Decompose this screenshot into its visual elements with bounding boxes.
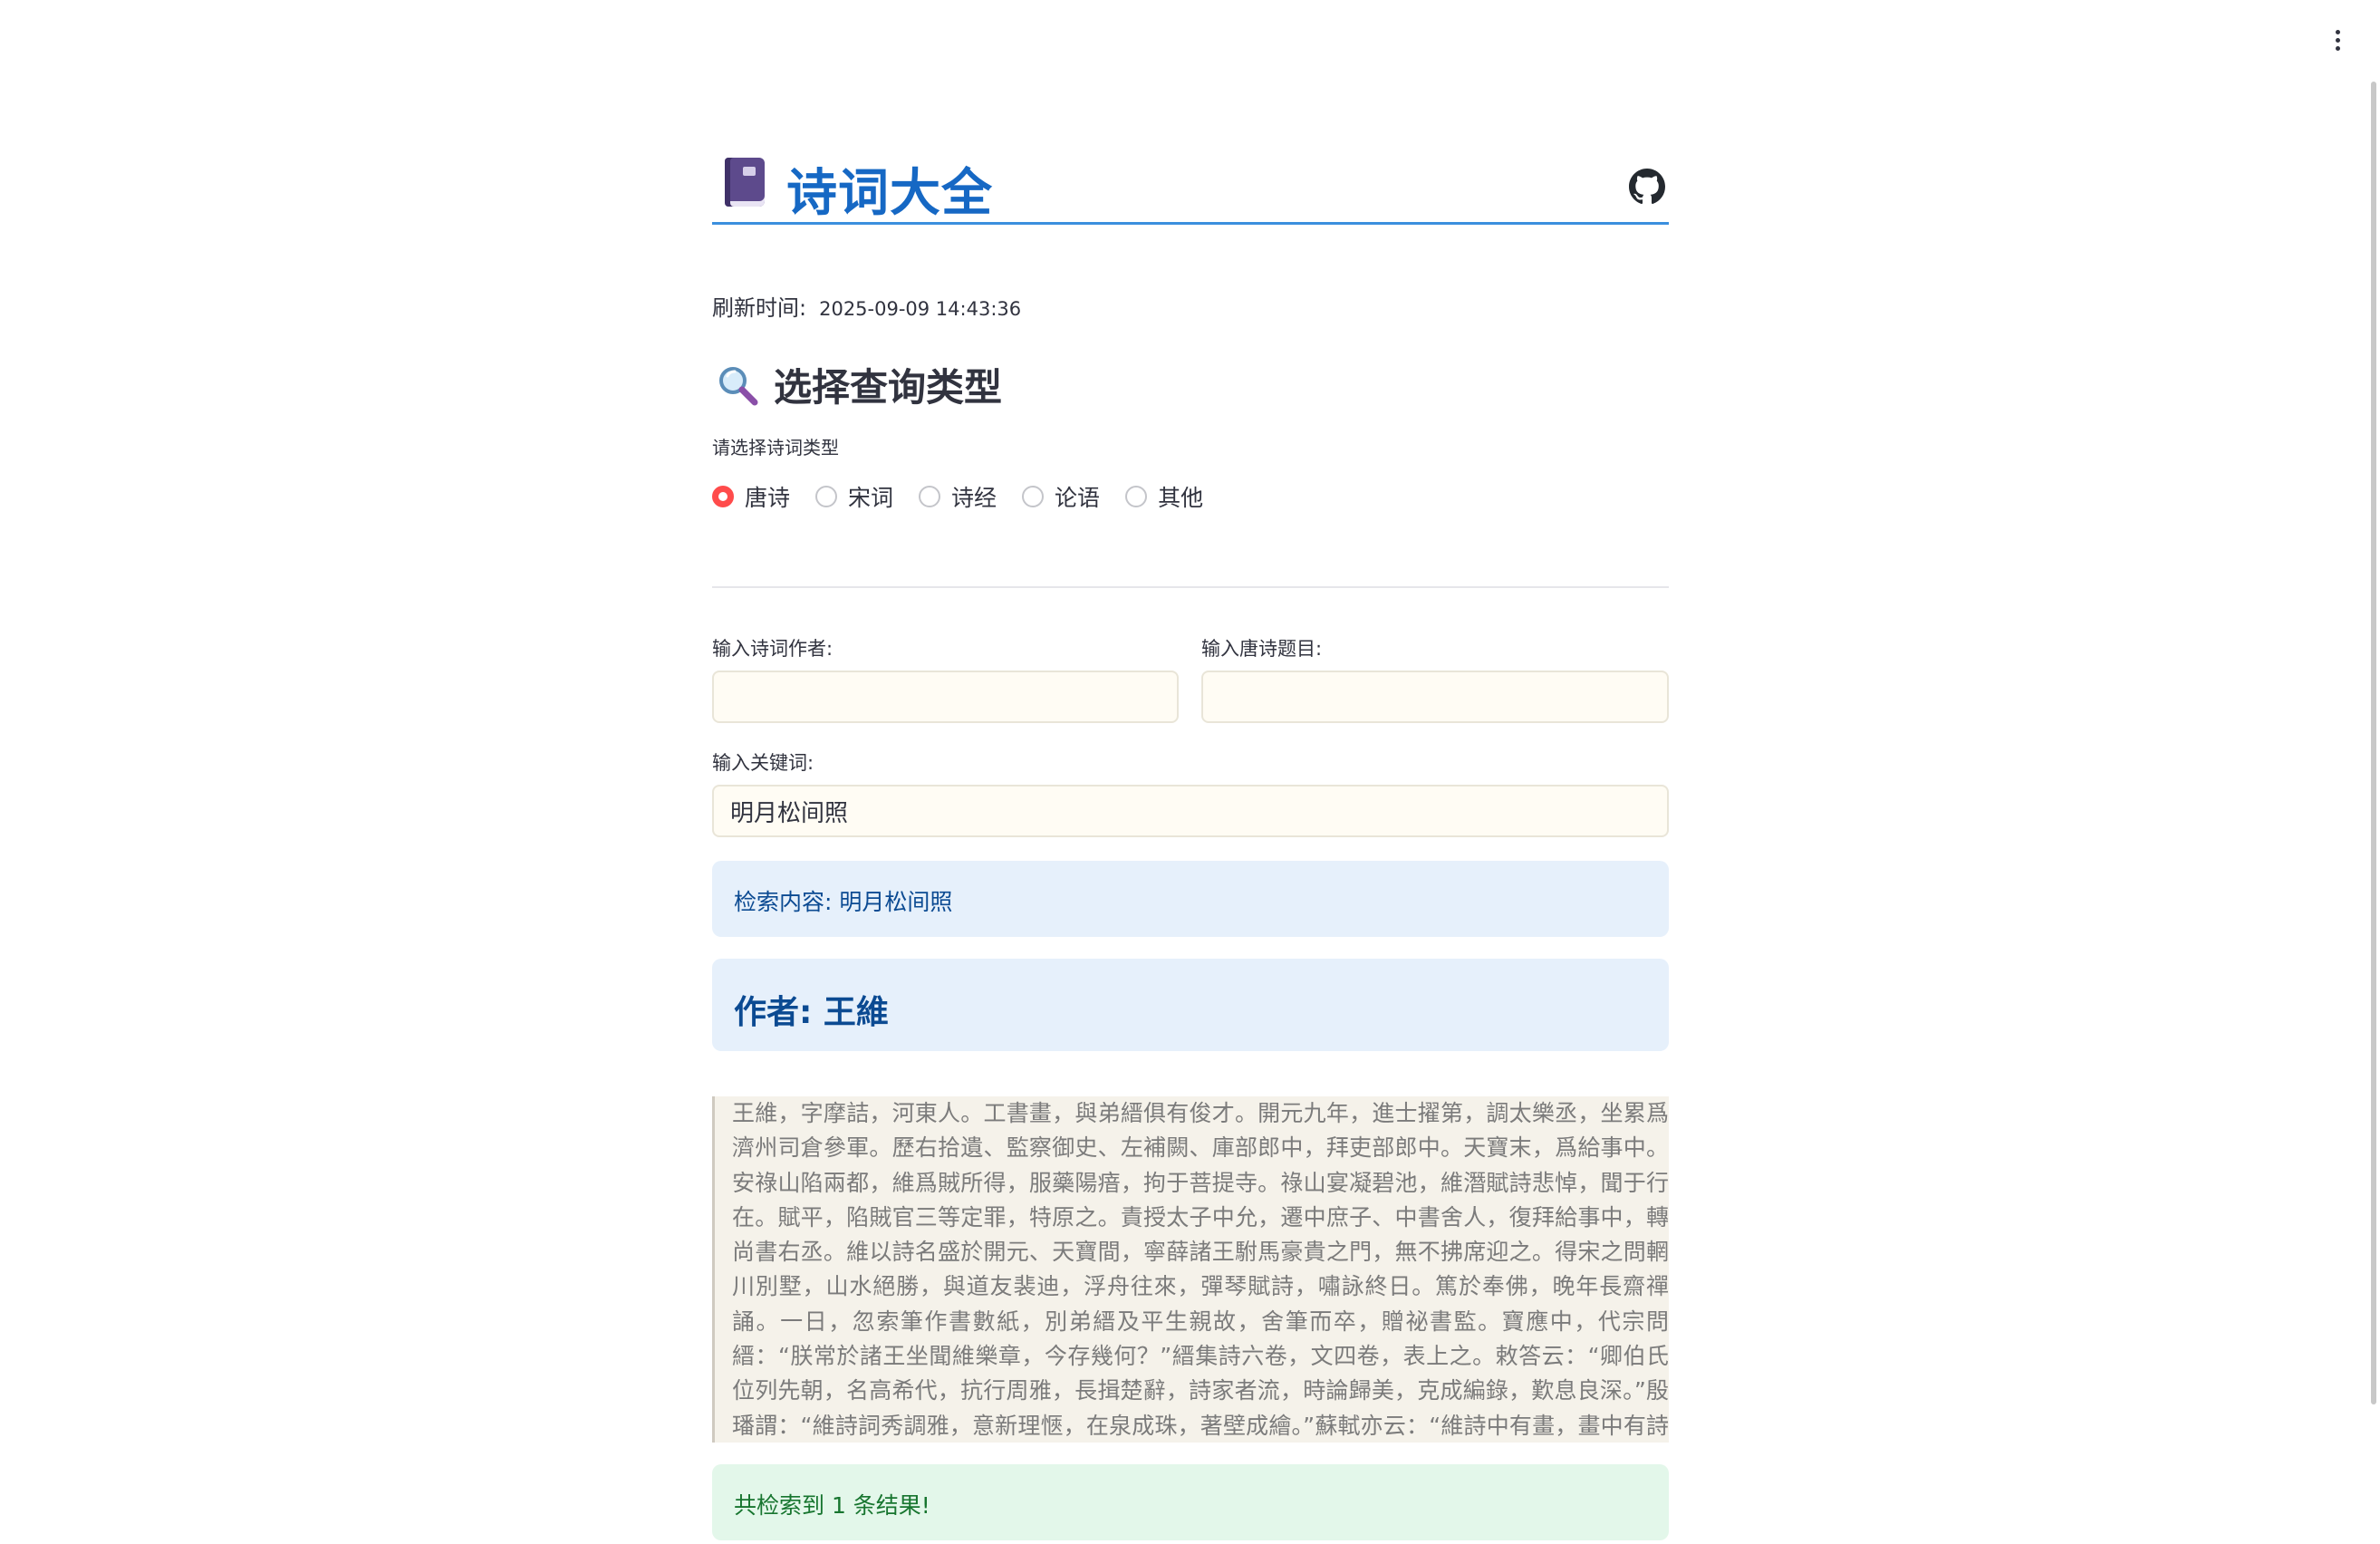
radio-option-song-ci[interactable]: 宋词 <box>815 480 893 513</box>
app-header: 诗词大全 <box>712 136 1669 225</box>
poem-type-label: 请选择诗词类型 <box>712 437 839 458</box>
section-divider <box>712 586 1669 588</box>
menu-dot <box>2335 45 2340 51</box>
github-icon[interactable] <box>1629 169 1665 205</box>
radio-option-lunyu[interactable]: 论语 <box>1022 480 1100 513</box>
author-biography: 王維，字摩詰，河東人。工書畫，與弟縉俱有俊才。開元九年，進士擢第，調太樂丞，坐累… <box>712 1096 1669 1443</box>
radio-option-shijing[interactable]: 诗经 <box>919 480 997 513</box>
radio-button[interactable] <box>919 486 941 507</box>
app-title: 诗词大全 <box>786 164 993 223</box>
refresh-value: 2025-09-09 14:43:36 <box>819 298 1022 320</box>
radio-label: 唐诗 <box>745 485 791 511</box>
menu-dot <box>2335 29 2340 34</box>
section-title: 选择查询类型 <box>774 365 1003 410</box>
radio-label: 诗经 <box>951 485 997 511</box>
menu-dot <box>2335 37 2340 43</box>
refresh-label: 刷新时间: <box>712 295 807 321</box>
keyword-field-label: 输入关键词: <box>712 752 814 774</box>
result-count-message: 共检索到 1 条结果! <box>712 1464 1669 1540</box>
refresh-time: 刷新时间: 2025-09-09 14:43:36 <box>712 290 1021 322</box>
author-input[interactable] <box>712 671 1179 723</box>
magnifying-glass-icon <box>719 366 758 405</box>
main-menu-button[interactable] <box>2319 22 2356 58</box>
poem-type-radio-group: 唐诗 宋词 诗经 论语 其他 <box>712 480 1203 513</box>
closed-book-icon <box>725 158 765 207</box>
title-field-label: 输入唐诗题目: <box>1201 638 1323 660</box>
radio-button[interactable] <box>815 486 838 507</box>
title-input[interactable] <box>1201 671 1669 723</box>
radio-option-other[interactable]: 其他 <box>1125 480 1203 513</box>
vertical-scrollbar[interactable] <box>2371 82 2376 1404</box>
query-section-heading: 选择查询类型 <box>712 357 1002 412</box>
radio-label: 论语 <box>1055 485 1101 511</box>
search-content-info: 检索内容: 明月松间照 <box>712 861 1669 937</box>
radio-label: 宋词 <box>848 485 894 511</box>
radio-button[interactable] <box>1022 486 1045 507</box>
radio-label: 其他 <box>1158 485 1204 511</box>
author-heading: 作者: 王維 <box>712 959 1669 1051</box>
author-field-label: 输入诗词作者: <box>712 638 833 660</box>
keyword-input[interactable] <box>712 785 1669 837</box>
radio-option-tang-poetry[interactable]: 唐诗 <box>712 480 790 513</box>
radio-button[interactable] <box>1125 486 1148 507</box>
radio-button-selected[interactable] <box>712 486 734 507</box>
